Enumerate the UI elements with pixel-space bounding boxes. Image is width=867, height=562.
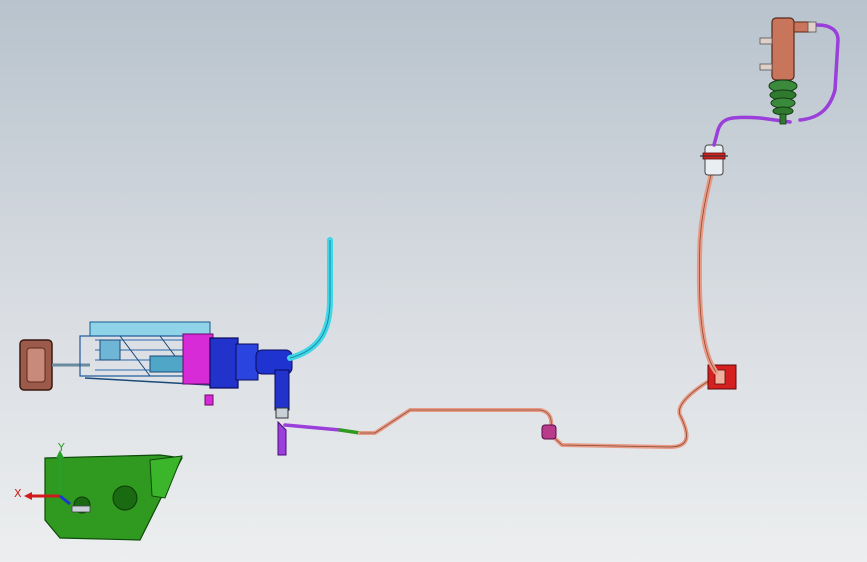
- mounting-bracket[interactable]: [44, 454, 183, 541]
- hydraulic-line-vertical[interactable]: [696, 167, 719, 375]
- hydraulic-line-main[interactable]: [358, 373, 722, 449]
- quick-connector[interactable]: [700, 144, 728, 176]
- master-cylinder[interactable]: [209, 337, 293, 419]
- hydraulic-line-upper[interactable]: [712, 115, 792, 147]
- cad-viewport[interactable]: X Y: [0, 0, 867, 562]
- master-cylinder-flange[interactable]: [182, 333, 214, 406]
- hydraulic-line-green-segment[interactable]: [338, 428, 362, 435]
- line-connector[interactable]: [541, 424, 557, 440]
- line-bracket[interactable]: [277, 420, 287, 456]
- hydraulic-line-purple-segment[interactable]: [283, 423, 342, 432]
- hydraulic-line-loop[interactable]: [798, 23, 840, 122]
- reservoir-hose[interactable]: [287, 237, 333, 361]
- y-axis-label: Y: [57, 441, 65, 454]
- slave-cylinder[interactable]: [759, 17, 817, 81]
- assembly-canvas[interactable]: X Y: [0, 0, 867, 562]
- slave-cylinder-boot[interactable]: [768, 79, 798, 125]
- x-axis-label: X: [14, 487, 22, 500]
